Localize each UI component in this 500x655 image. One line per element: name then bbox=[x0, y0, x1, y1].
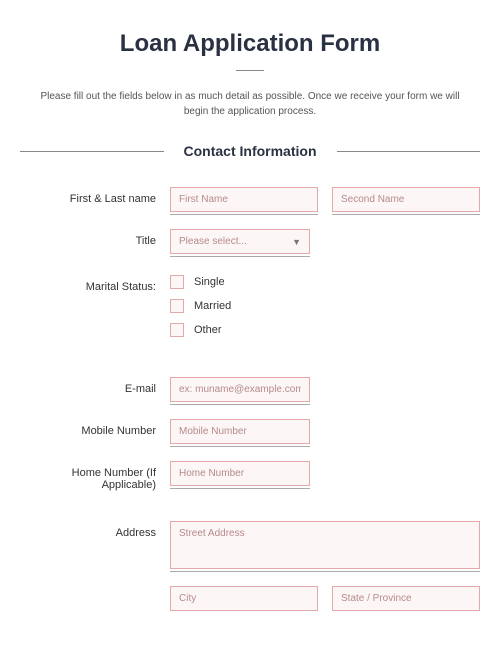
checkbox-single[interactable] bbox=[170, 275, 184, 289]
row-city-state bbox=[20, 586, 480, 611]
underline bbox=[332, 214, 480, 215]
row-address: Address bbox=[20, 521, 480, 572]
home-input[interactable] bbox=[170, 461, 310, 486]
label-address: Address bbox=[20, 521, 170, 539]
field-home bbox=[170, 461, 480, 489]
home-box bbox=[170, 461, 310, 489]
row-marital: Marital Status: Single Married Other bbox=[20, 275, 480, 347]
underline bbox=[170, 571, 480, 572]
state-input[interactable] bbox=[332, 586, 480, 611]
section-contact-heading: Contact Information bbox=[20, 143, 480, 159]
underline bbox=[170, 256, 310, 257]
marital-option-married: Married bbox=[170, 299, 480, 313]
first-name-input[interactable] bbox=[170, 187, 318, 212]
underline bbox=[170, 404, 310, 405]
field-marital: Single Married Other bbox=[170, 275, 480, 347]
row-mobile: Mobile Number bbox=[20, 419, 480, 447]
checkbox-label-single: Single bbox=[194, 276, 225, 288]
second-name-box bbox=[332, 187, 480, 215]
field-mobile bbox=[170, 419, 480, 447]
checkbox-label-married: Married bbox=[194, 300, 231, 312]
underline bbox=[170, 488, 310, 489]
label-empty bbox=[20, 586, 170, 592]
label-mobile: Mobile Number bbox=[20, 419, 170, 437]
checkbox-other[interactable] bbox=[170, 323, 184, 337]
marital-option-other: Other bbox=[170, 323, 480, 337]
divider-left bbox=[20, 151, 164, 152]
street-box bbox=[170, 521, 480, 572]
row-home: Home Number (If Applicable) bbox=[20, 461, 480, 491]
row-name: First & Last name bbox=[20, 187, 480, 215]
street-input[interactable] bbox=[170, 521, 480, 569]
field-email bbox=[170, 377, 480, 405]
row-email: E-mail bbox=[20, 377, 480, 405]
field-address bbox=[170, 521, 480, 572]
field-city-state bbox=[170, 586, 480, 611]
intro-text: Please fill out the fields below in as m… bbox=[20, 89, 480, 119]
underline bbox=[170, 446, 310, 447]
divider-right bbox=[337, 151, 481, 152]
row-title: Title Please select... ▼ bbox=[20, 229, 480, 257]
email-input[interactable] bbox=[170, 377, 310, 402]
label-home: Home Number (If Applicable) bbox=[20, 461, 170, 491]
state-box bbox=[332, 586, 480, 611]
title-select-placeholder: Please select... bbox=[179, 236, 247, 247]
section-title: Contact Information bbox=[164, 143, 337, 159]
marital-option-single: Single bbox=[170, 275, 480, 289]
mobile-box bbox=[170, 419, 310, 447]
label-marital: Marital Status: bbox=[20, 275, 170, 293]
chevron-down-icon: ▼ bbox=[292, 237, 301, 247]
field-title: Please select... ▼ bbox=[170, 229, 480, 257]
checkbox-married[interactable] bbox=[170, 299, 184, 313]
second-name-input[interactable] bbox=[332, 187, 480, 212]
city-box bbox=[170, 586, 318, 611]
email-box bbox=[170, 377, 310, 405]
label-title: Title bbox=[20, 229, 170, 247]
city-input[interactable] bbox=[170, 586, 318, 611]
page-title: Loan Application Form bbox=[20, 30, 480, 58]
title-select-box: Please select... ▼ bbox=[170, 229, 310, 257]
title-divider bbox=[236, 70, 264, 71]
label-email: E-mail bbox=[20, 377, 170, 395]
mobile-input[interactable] bbox=[170, 419, 310, 444]
first-name-box bbox=[170, 187, 318, 215]
field-name bbox=[170, 187, 480, 215]
label-name: First & Last name bbox=[20, 187, 170, 205]
checkbox-label-other: Other bbox=[194, 324, 222, 336]
title-select[interactable]: Please select... ▼ bbox=[170, 229, 310, 254]
underline bbox=[170, 214, 318, 215]
